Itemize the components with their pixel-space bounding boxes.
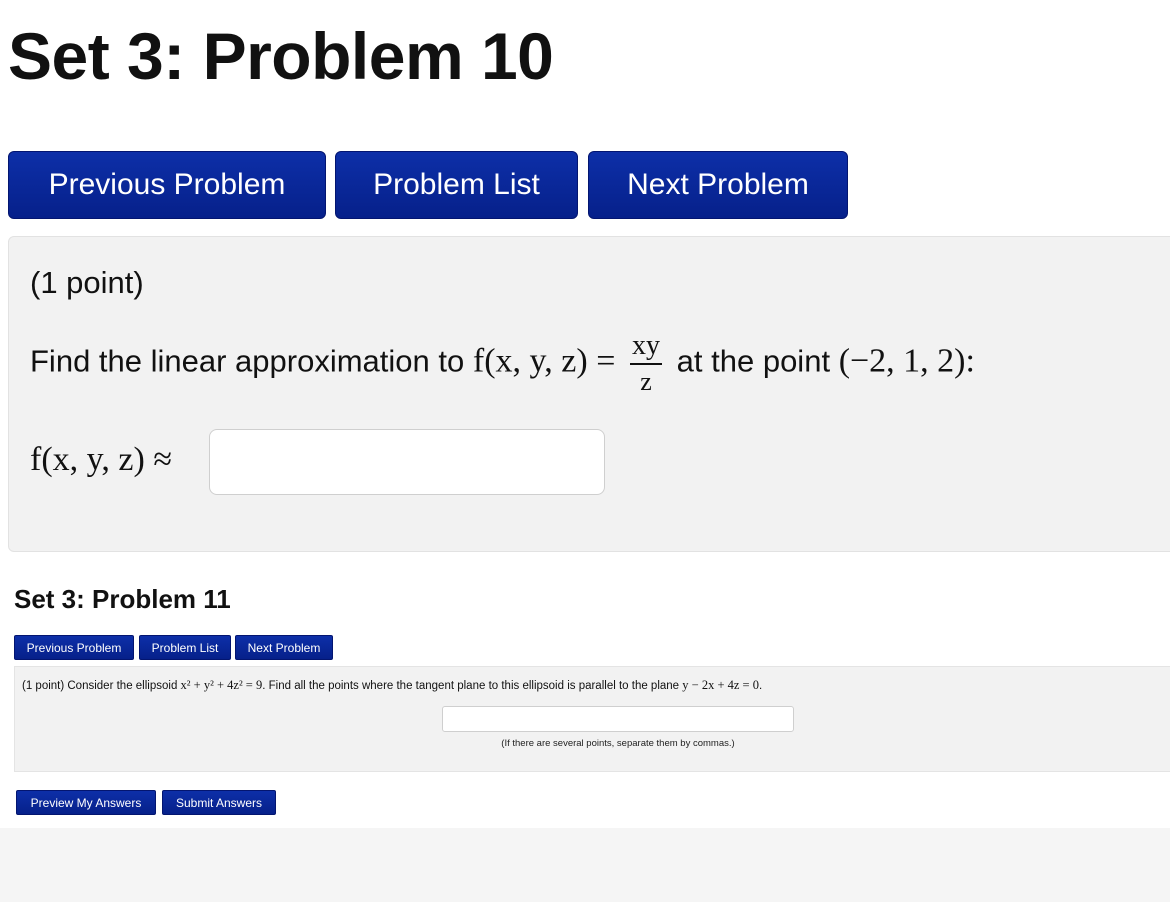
prompt-text-after: at the point — [676, 343, 831, 379]
problem-11-text: (1 point) Consider the ellipsoid x² + y²… — [22, 678, 762, 693]
plane-equation: y − 2x + 4z = 0 — [682, 678, 759, 692]
problem-list-button[interactable]: Problem List — [335, 151, 578, 219]
problem-11-text-part1: (1 point) Consider the ellipsoid — [22, 680, 178, 692]
evaluation-point: (−2, 1, 2): — [838, 342, 975, 380]
answer-input-problem-11[interactable] — [442, 706, 794, 732]
previous-problem-button-11[interactable]: Previous Problem — [14, 635, 134, 660]
answer-hint: (If there are several points, separate t… — [501, 738, 735, 749]
previous-problem-button[interactable]: Previous Problem — [8, 151, 326, 219]
problem-11-text-end: . — [758, 680, 763, 692]
answer-label: f(x, y, z) ≈ — [30, 441, 173, 478]
function-lhs: f(x, y, z) = — [472, 342, 616, 380]
next-problem-button[interactable]: Next Problem — [588, 151, 848, 219]
next-problem-button-11[interactable]: Next Problem — [235, 635, 333, 660]
ellipsoid-equation: x² + y² + 4z² = 9 — [180, 678, 263, 692]
page-footer-area — [0, 828, 1170, 902]
fraction-denominator: z — [640, 367, 652, 396]
preview-answers-button[interactable]: Preview My Answers — [16, 790, 156, 815]
page-title: Set 3: Problem 10 — [8, 19, 554, 93]
prompt-text-before: Find the linear approximation to — [30, 343, 465, 379]
problem-10-prompt: Find the linear approximation to f(x, y,… — [30, 332, 975, 395]
function-fraction: xy z — [630, 332, 663, 396]
problem-11-title: Set 3: Problem 11 — [14, 584, 231, 614]
submit-answers-button[interactable]: Submit Answers — [162, 790, 276, 815]
problem-list-button-11[interactable]: Problem List — [139, 635, 231, 660]
fraction-numerator: xy — [630, 332, 663, 365]
problem-11-text-part2: . Find all the points where the tangent … — [262, 680, 680, 692]
problem-10-points: (1 point) — [30, 265, 144, 300]
answer-input-problem-10[interactable] — [209, 429, 605, 495]
